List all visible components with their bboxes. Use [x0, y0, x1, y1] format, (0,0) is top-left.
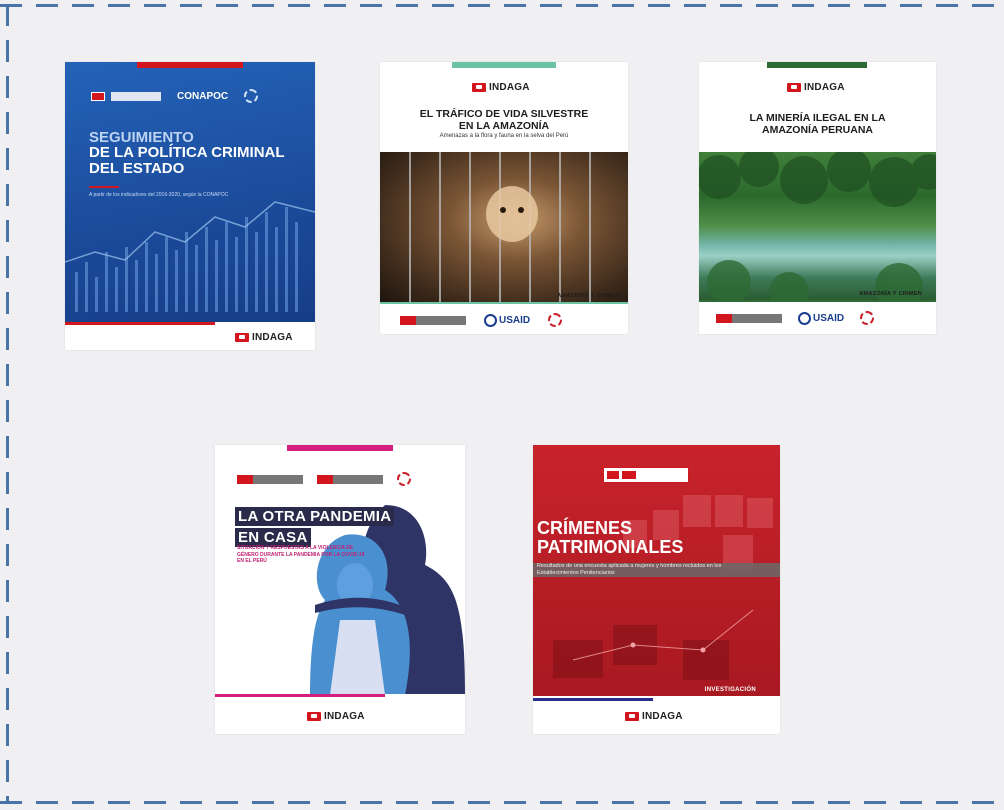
cover-footer: INDAGA [533, 698, 780, 734]
publication-cover-politica-criminal[interactable]: CONAPOC SEGUIMIENTO DE LA POLÍTICA CRIMI… [65, 62, 315, 350]
cover-logos [237, 472, 411, 486]
indaga-logo: INDAGA [472, 82, 530, 93]
cover-subtitle: SITUACIÓN Y RESPUESTAS A LA VIOLENCIA DE… [237, 545, 365, 564]
bicentenario-icon [548, 313, 563, 327]
usaid-seal-icon [798, 311, 811, 325]
cover-subtitle: Amenazas a la flora y fauna en la selva … [439, 133, 569, 139]
indaga-mark-icon [625, 712, 639, 721]
publications-panel: CONAPOC SEGUIMIENTO DE LA POLÍTICA CRIMI… [0, 0, 1004, 810]
cover-tag: AMAZONÍA Y CRIMEN [557, 293, 620, 299]
chart-graphic [65, 201, 315, 312]
usaid-seal-icon [484, 313, 497, 327]
dashed-border-top [0, 4, 1004, 7]
tag-line [699, 300, 936, 302]
cover-logos: USAID [400, 313, 563, 327]
cover-subtitle: Resultados de una encuesta aplicada a mu… [537, 563, 722, 576]
usaid-logo: USAID [484, 313, 530, 327]
dashed-border-bottom [0, 801, 1004, 804]
publication-cover-crimenes-patrimoniales[interactable]: CRÍMENES PATRIMONIALES Resultados de una… [533, 445, 780, 734]
indaga-logo: INDAGA [625, 711, 683, 722]
cover-tag: INVESTIGACIÓN [704, 687, 756, 693]
amazon-river-photo [699, 152, 936, 300]
publication-cover-otra-pandemia[interactable]: LA OTRA PANDEMIA EN CASA SITUACIÓN Y RES… [215, 445, 465, 734]
publication-cover-mineria-ilegal[interactable]: INDAGA LA MINERÍA ILEGAL EN LA AMAZONÍA … [699, 62, 936, 334]
cover-top-bar [137, 62, 243, 68]
indaga-logo: INDAGA [235, 332, 293, 343]
cover-top-bar [287, 445, 393, 451]
bicentenario-icon [397, 472, 411, 486]
ministerio-justicia-logo [603, 467, 689, 483]
conapoc-logo: CONAPOC [177, 90, 229, 102]
indaga-mark-icon [235, 333, 249, 342]
cover-title: LA OTRA PANDEMIA EN CASA [235, 507, 395, 547]
ministerio-logo [716, 313, 782, 323]
publication-cover-trafico-vida-silvestre[interactable]: INDAGA EL TRÁFICO DE VIDA SILVESTRE EN L… [380, 62, 628, 334]
indaga-mark-icon [472, 83, 486, 92]
cover-top-bar [767, 62, 867, 68]
bicentenario-icon [860, 311, 875, 325]
cover-logos: CONAPOC [91, 89, 259, 103]
cover-title: CRÍMENES PATRIMONIALES [537, 518, 684, 557]
dashed-border-left [6, 4, 9, 804]
cover-title: SEGUIMIENTO DE LA POLÍTICA CRIMINAL DEL … [89, 129, 285, 177]
ministerio-logo [400, 315, 466, 325]
title-underline [89, 186, 119, 188]
ministerio-logo [237, 474, 303, 484]
indaga-mark-icon [787, 83, 801, 92]
tag-line [380, 302, 628, 304]
usaid-logo: USAID [798, 311, 844, 325]
ministerio-mujer-logo [317, 474, 383, 484]
cover-tag: AMAZONÍA Y CRIMEN [859, 291, 922, 297]
cover-title: LA MINERÍA ILEGAL EN LA AMAZONÍA PERUANA [749, 112, 886, 136]
peru-flag-icon [91, 91, 105, 101]
bicentenario-icon [244, 89, 259, 103]
cover-title: EL TRÁFICO DE VIDA SILVESTRE EN LA AMAZO… [419, 108, 589, 132]
cover-footer: INDAGA [65, 322, 315, 350]
indaga-logo: INDAGA [787, 82, 845, 93]
indaga-logo: INDAGA [307, 711, 365, 722]
cover-top-bar [452, 62, 556, 68]
cover-logos [603, 467, 689, 483]
cover-logos: USAID [716, 311, 875, 325]
cover-subtitle: A partir de los indicadores del 2016-202… [89, 192, 229, 198]
cover-footer: INDAGA [215, 694, 465, 734]
indaga-mark-icon [307, 712, 321, 721]
monkey-photo [380, 152, 628, 302]
